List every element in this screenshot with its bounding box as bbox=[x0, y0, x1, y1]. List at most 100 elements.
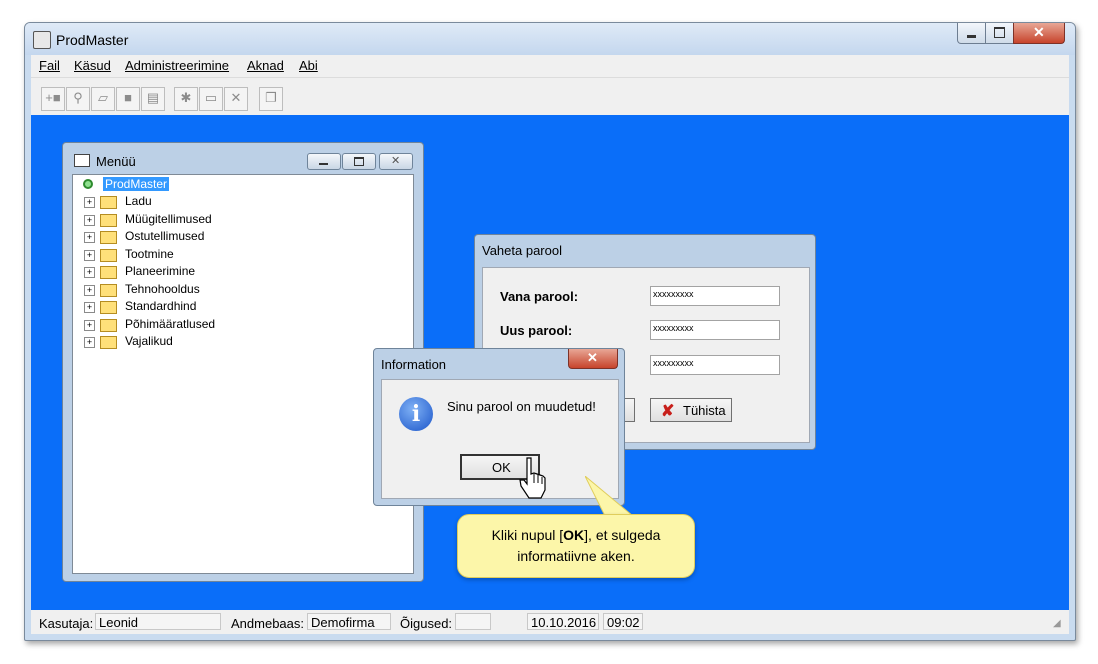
folder-icon bbox=[100, 249, 117, 262]
callout-line-1: Kliki nupul [OK], et sulgeda bbox=[491, 527, 661, 543]
minimize-icon bbox=[319, 163, 328, 165]
tree-root[interactable]: ProdMaster bbox=[103, 177, 170, 191]
delete-button[interactable]: ✕ bbox=[224, 87, 248, 111]
info-message: Sinu parool on muudetud! bbox=[447, 399, 596, 414]
tree-item-vajalikud[interactable]: Vajalikud bbox=[125, 334, 173, 348]
information-icon: i bbox=[399, 397, 433, 431]
maximize-icon bbox=[994, 27, 1005, 38]
open-folder-button[interactable]: ▭ bbox=[199, 87, 223, 111]
menu-window: Menüü ✕ ProdMaster + Ladu + Müügitellimu… bbox=[62, 142, 424, 582]
app-icon bbox=[33, 31, 51, 49]
window-title: ProdMaster bbox=[56, 32, 129, 48]
windows-button[interactable]: ❐ bbox=[259, 87, 283, 111]
callout-line-2: informatiivne aken. bbox=[517, 548, 635, 564]
database-label: Andmebaas: bbox=[231, 616, 304, 631]
tree-item-tootmine[interactable]: Tootmine bbox=[125, 247, 174, 261]
find-button[interactable]: ⚲ bbox=[66, 87, 90, 111]
hand-cursor-icon bbox=[519, 457, 546, 499]
dialog-title: Vaheta parool bbox=[482, 243, 562, 258]
folder-icon bbox=[100, 284, 117, 297]
title-bar[interactable]: ProdMaster ✕ bbox=[25, 23, 1075, 55]
menu-aknad[interactable]: Aknad bbox=[247, 58, 284, 73]
info-title: Information bbox=[381, 357, 447, 372]
expand-icon[interactable]: + bbox=[84, 320, 95, 331]
tree-item-muugitellimused[interactable]: Müügitellimused bbox=[125, 212, 212, 226]
close-button[interactable]: ✕ bbox=[1013, 23, 1065, 44]
document-icon: ▤ bbox=[146, 90, 160, 105]
expand-icon[interactable]: + bbox=[84, 250, 95, 261]
close-icon: ✕ bbox=[391, 155, 401, 167]
cancel-label: Tühista bbox=[683, 403, 726, 418]
rights-value bbox=[455, 613, 491, 630]
expand-icon[interactable]: + bbox=[84, 285, 95, 296]
tree-item-ladu[interactable]: Ladu bbox=[125, 194, 152, 208]
erase-button[interactable]: ▱ bbox=[91, 87, 115, 111]
menu-administreerimine[interactable]: Administreerimine bbox=[125, 58, 229, 73]
root-node-icon bbox=[83, 179, 93, 189]
tree-item-tehnohooldus[interactable]: Tehnohooldus bbox=[125, 282, 200, 296]
tree-item-standardhind[interactable]: Standardhind bbox=[125, 299, 196, 313]
expand-icon[interactable]: + bbox=[84, 267, 95, 278]
new-password-field[interactable]: xxxxxxxxx bbox=[650, 320, 780, 340]
confirm-password-field[interactable]: xxxxxxxxx bbox=[650, 355, 780, 375]
expand-icon[interactable]: + bbox=[84, 302, 95, 313]
date-value: 10.10.2016 bbox=[527, 613, 599, 630]
callout-pointer bbox=[585, 476, 635, 517]
menu-fail[interactable]: Fail bbox=[39, 58, 60, 73]
ok-label: OK bbox=[492, 460, 511, 475]
stop-icon: ■ bbox=[124, 90, 132, 105]
windows-icon: ❐ bbox=[265, 90, 277, 105]
resize-grip-icon[interactable]: ◢ bbox=[1053, 618, 1061, 629]
menu-minimize-button[interactable] bbox=[307, 153, 341, 170]
old-password-field[interactable]: xxxxxxxxx bbox=[650, 286, 780, 306]
rights-label: Õigused: bbox=[400, 616, 453, 631]
menu-tree: ProdMaster + Ladu + Müügitellimused + Os… bbox=[72, 174, 414, 574]
expand-icon[interactable]: + bbox=[84, 197, 95, 208]
menu-maximize-button[interactable] bbox=[342, 153, 376, 170]
document-button[interactable]: ▤ bbox=[141, 87, 165, 111]
folder-icon bbox=[100, 231, 117, 244]
folder-icon bbox=[100, 301, 117, 314]
menu-window-title: Menüü bbox=[96, 154, 136, 169]
folder-icon bbox=[100, 336, 117, 349]
maximize-button[interactable] bbox=[985, 23, 1014, 44]
binoculars-icon: ⚲ bbox=[73, 90, 83, 105]
tree-item-planeerimine[interactable]: Planeerimine bbox=[125, 264, 195, 278]
cancel-button[interactable]: ✘ Tühista bbox=[650, 398, 732, 422]
expand-icon[interactable]: + bbox=[84, 232, 95, 243]
folder-icon bbox=[100, 266, 117, 279]
cancel-icon: ✘ bbox=[661, 403, 675, 420]
callout-bubble: Kliki nupul [OK], et sulgeda informatiiv… bbox=[457, 514, 695, 578]
folder-icon bbox=[100, 214, 117, 227]
minimize-button[interactable] bbox=[957, 23, 986, 44]
info-close-button[interactable]: ✕ bbox=[568, 349, 618, 369]
menu-bar: Fail Käsud Administreerimine Aknad Abi bbox=[31, 55, 1069, 77]
close-icon: ✕ bbox=[1033, 24, 1045, 40]
new-folder-icon: ✱ bbox=[180, 90, 192, 105]
status-bar: Kasutaja: Leonid Andmebaas: Demofirma Õi… bbox=[31, 610, 1069, 634]
stop-button[interactable]: ■ bbox=[116, 87, 140, 111]
eraser-icon: ▱ bbox=[98, 90, 108, 105]
menu-window-icon bbox=[74, 154, 90, 167]
toolbar: +■ ⚲ ▱ ■ ▤ ✱ ▭ ✕ ❐ bbox=[31, 77, 1069, 116]
expand-icon[interactable]: + bbox=[84, 337, 95, 348]
expand-icon[interactable]: + bbox=[84, 215, 95, 226]
close-icon: ✕ bbox=[587, 350, 598, 365]
menu-kasud[interactable]: Käsud bbox=[74, 58, 111, 73]
maximize-icon bbox=[354, 157, 364, 166]
folder-icon bbox=[100, 196, 117, 209]
old-password-label: Vana parool: bbox=[500, 289, 579, 304]
user-value: Leonid bbox=[95, 613, 221, 630]
folder-icon: ▭ bbox=[204, 90, 218, 105]
new-folder-button[interactable]: ✱ bbox=[174, 87, 198, 111]
info-body: i Sinu parool on muudetud! OK bbox=[381, 379, 619, 499]
database-value: Demofirma bbox=[307, 613, 391, 630]
tree-item-ostutellimused[interactable]: Ostutellimused bbox=[125, 229, 204, 243]
add-button[interactable]: +■ bbox=[41, 87, 65, 111]
menu-close-button[interactable]: ✕ bbox=[379, 153, 413, 170]
tree-item-pohimaaratlused[interactable]: Põhimääratlused bbox=[125, 317, 215, 331]
add-icon: +■ bbox=[45, 90, 61, 105]
minimize-icon bbox=[967, 35, 976, 38]
menu-abi[interactable]: Abi bbox=[299, 58, 318, 73]
new-password-label: Uus parool: bbox=[500, 323, 573, 338]
